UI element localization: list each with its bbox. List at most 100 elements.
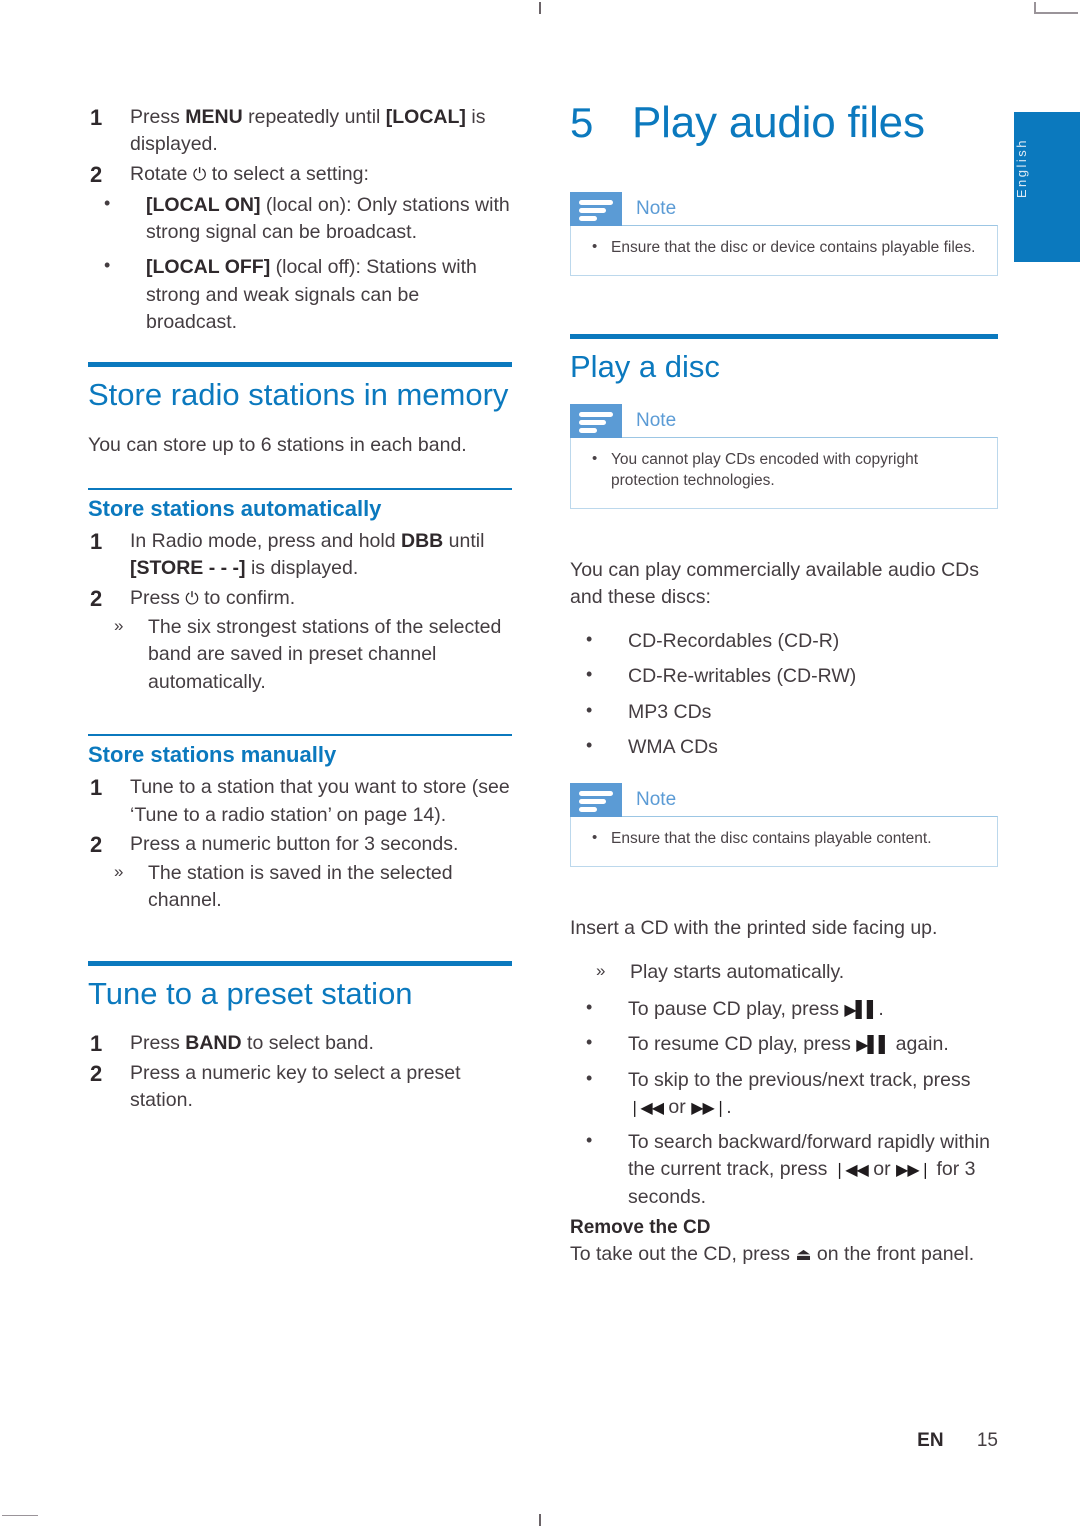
step-item: 2 Rotate ⏻ to select a setting:: [88, 161, 512, 188]
section-heading-tune-preset: Tune to a preset station: [88, 975, 413, 1011]
list-item: The six strongest stations of the select…: [88, 614, 512, 696]
step-number: 2: [90, 1060, 103, 1086]
right-column: 5 Play audio files Note Ensure that the …: [570, 98, 998, 1285]
footer-page-number: 15: [976, 1430, 998, 1451]
subsection-heading-remove-cd: Remove the CD: [570, 1217, 711, 1239]
section-rule: [88, 362, 512, 368]
step-number: 2: [90, 585, 103, 611]
step-text: Rotate ⏻ to select a setting:: [130, 162, 369, 185]
result-text: The six strongest stations of the select…: [148, 615, 502, 693]
control-text: To resume CD play, press ▶▌▌ again.: [628, 1033, 949, 1056]
section-rule: [570, 334, 998, 340]
insert-cd-result: Play starts automatically.: [570, 959, 998, 986]
note-title: Note: [636, 409, 677, 431]
store-intro-text: You can store up to 6 stations in each b…: [88, 433, 467, 456]
crop-mark-bottom-left-h: [2, 1515, 38, 1516]
step-item: 1 In Radio mode, press and hold DBB unti…: [88, 528, 512, 583]
remove-cd-text: To take out the CD, press ⏏ on the front…: [570, 1243, 975, 1266]
step-item: 2 Press a numeric key to select a preset…: [88, 1060, 512, 1115]
step-number: 2: [90, 831, 103, 857]
list-item: WMA CDs: [570, 733, 998, 761]
control-text: To search backward/forward rapidly withi…: [628, 1131, 990, 1208]
local-setting-steps: 1 Press MENU repeatedly until [LOCAL] is…: [88, 104, 512, 188]
option-text: [LOCAL ON] (local on): Only stations wit…: [146, 193, 510, 244]
disc-types-list: CD-Recordables (CD-R) CD-Re-writables (C…: [570, 627, 998, 761]
local-options-list: [LOCAL ON] (local on): Only stations wit…: [88, 191, 512, 336]
store-auto-result: The six strongest stations of the select…: [88, 614, 512, 696]
step-item: 1 Press MENU repeatedly until [LOCAL] is…: [88, 104, 512, 159]
chapter-number: 5: [570, 99, 594, 146]
step-item: 1 Tune to a station that you want to sto…: [88, 774, 512, 829]
option-text: [LOCAL OFF] (local off): Stations with s…: [146, 256, 477, 334]
list-item: To resume CD play, press ▶▌▌ again.: [570, 1030, 998, 1058]
section-heading-store-radio: Store radio stations in memory: [88, 377, 509, 413]
note-icon: [570, 783, 622, 818]
chapter-title-text: Play audio files: [632, 98, 925, 147]
step-text: Press MENU repeatedly until [LOCAL] is d…: [130, 106, 486, 156]
list-item: [LOCAL ON] (local on): Only stations wit…: [88, 191, 512, 247]
note-body: You cannot play CDs encoded with copyrig…: [570, 436, 998, 509]
list-item: To skip to the previous/next track, pres…: [570, 1066, 998, 1122]
note-title: Note: [636, 789, 677, 811]
crop-mark-top-center: [539, 2, 541, 14]
section-rule: [88, 960, 512, 966]
control-text: To pause CD play, press ▶▌▌.: [628, 998, 884, 1020]
list-item: CD-Recordables (CD-R): [570, 627, 998, 655]
list-item: The station is saved in the selected cha…: [88, 860, 512, 915]
note-box: Note Ensure that the disc contains playa…: [570, 783, 998, 868]
language-tab: English: [1014, 112, 1080, 262]
control-text: To skip to the previous/next track, pres…: [628, 1068, 971, 1118]
subsection-rule: [88, 487, 512, 490]
note-header: Note: [570, 783, 998, 818]
disc-intro-text: You can play commercially available audi…: [570, 558, 979, 609]
list-item: Play starts automatically.: [570, 959, 998, 986]
note-header: Note: [570, 403, 998, 438]
note-body: Ensure that the disc or device contains …: [570, 225, 998, 277]
list-item: CD-Re-writables (CD-RW): [570, 662, 998, 690]
crop-mark-bottom-center: [539, 1514, 541, 1526]
note-body: Ensure that the disc contains playable c…: [570, 816, 998, 868]
manual-page: English 1 Press MENU repeatedly until [L…: [0, 0, 1080, 1528]
crop-mark-top-right-v: [1034, 2, 1036, 14]
note-item: You cannot play CDs encoded with copyrig…: [585, 449, 983, 492]
step-item: 2 Press ⏻ to confirm.: [88, 585, 512, 612]
chapter-title: 5 Play audio files: [570, 98, 998, 147]
footer-locale: EN: [917, 1430, 944, 1451]
step-text: Press BAND to select band.: [130, 1032, 374, 1055]
result-text: The station is saved in the selected cha…: [148, 862, 453, 912]
step-text: Press a numeric key to select a preset s…: [130, 1061, 461, 1111]
note-icon: [570, 403, 622, 438]
store-auto-steps: 1 In Radio mode, press and hold DBB unti…: [88, 528, 512, 612]
page-footer: EN 15: [917, 1430, 998, 1452]
step-text: Press a numeric button for 3 seconds.: [130, 832, 459, 855]
list-item: To pause CD play, press ▶▌▌.: [570, 995, 998, 1023]
step-text: Tune to a station that you want to store…: [130, 776, 510, 826]
subsection-rule: [88, 733, 512, 736]
playback-controls-list: To pause CD play, press ▶▌▌. To resume C…: [570, 995, 998, 1211]
subsection-heading-store-manual: Store stations manually: [88, 741, 337, 767]
step-number: 1: [90, 1031, 103, 1057]
note-title: Note: [636, 198, 677, 220]
list-item: MP3 CDs: [570, 697, 998, 726]
step-number: 2: [90, 161, 103, 187]
step-number: 1: [90, 529, 103, 555]
note-item: Ensure that the disc contains playable c…: [585, 828, 983, 850]
list-item: To search backward/forward rapidly withi…: [570, 1128, 998, 1211]
insert-cd-text: Insert a CD with the printed side facing…: [570, 917, 938, 940]
step-text: In Radio mode, press and hold DBB until …: [130, 530, 485, 580]
subsection-heading-store-auto: Store stations automatically: [88, 495, 382, 521]
tune-preset-steps: 1 Press BAND to select band. 2 Press a n…: [88, 1030, 512, 1114]
note-header: Note: [570, 192, 998, 227]
note-item: Ensure that the disc or device contains …: [585, 237, 983, 259]
note-box: Note Ensure that the disc or device cont…: [570, 192, 998, 277]
language-tab-label: English: [1014, 138, 1029, 199]
note-icon: [570, 192, 622, 227]
left-column: 1 Press MENU repeatedly until [LOCAL] is…: [88, 104, 512, 1116]
store-manual-steps: 1 Tune to a station that you want to sto…: [88, 774, 512, 858]
store-manual-result: The station is saved in the selected cha…: [88, 860, 512, 915]
step-text: Press ⏻ to confirm.: [130, 586, 296, 609]
list-item: [LOCAL OFF] (local off): Stations with s…: [88, 253, 512, 336]
step-item: 2 Press a numeric button for 3 seconds.: [88, 831, 512, 858]
section-heading-play-a-disc: Play a disc: [570, 349, 720, 385]
step-number: 1: [90, 775, 103, 801]
